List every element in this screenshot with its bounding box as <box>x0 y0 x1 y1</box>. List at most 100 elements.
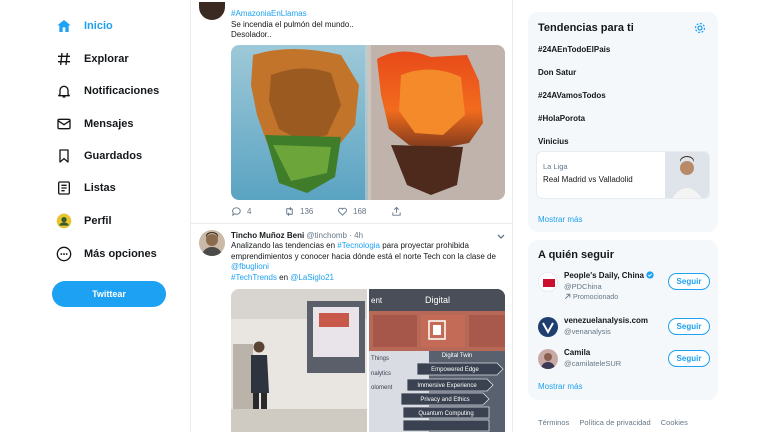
promoted-label: Promocionado <box>564 293 618 301</box>
follow-handle: @PDChina <box>564 282 602 291</box>
nav-lists-label: Listas <box>84 182 116 194</box>
gear-icon[interactable] <box>694 22 706 34</box>
right-sidebar: Tendencias para ti #24AEnTodoElPais Don … <box>528 0 718 432</box>
avatar-icon <box>56 213 72 229</box>
tweet2-handle: @tinchomb · 4h <box>306 231 364 240</box>
tweet2-images[interactable]: ent Digital Things nalytics oloment Digi… <box>231 289 505 432</box>
pdchina-avatar[interactable] <box>538 272 558 292</box>
slide-row-4: Privacy and Ethics <box>420 397 469 403</box>
follow-handle: @venanalysis <box>564 327 611 336</box>
nav-lists[interactable]: Listas <box>56 177 116 199</box>
nav-explore[interactable]: Explorar <box>56 48 129 70</box>
trends-title: Tendencias para ti <box>538 22 634 34</box>
left-navigation: Inicio Explorar Notificaciones Mensajes … <box>0 0 190 432</box>
slide-row-2: Empowered Edge <box>431 367 479 373</box>
reply-count: 4 <box>247 207 252 216</box>
tweet2-mention-lasiglo21[interactable]: @LaSiglo21 <box>290 273 334 282</box>
trend-news-card[interactable]: La Liga Real Madrid vs Valladolid <box>536 151 710 199</box>
who-to-follow-title: A quién seguir <box>538 249 614 261</box>
footer-links: Términos Política de privacidad Cookies <box>538 418 696 427</box>
news-category: La Liga <box>543 162 568 171</box>
nav-profile[interactable]: Perfil <box>56 210 112 232</box>
tweet2-author[interactable]: Tincho Muñoz Beni <box>231 231 304 240</box>
nav-more-label: Más opciones <box>84 248 157 260</box>
nav-messages-label: Mensajes <box>84 118 134 130</box>
trend-item-3[interactable]: #24AVamosTodos <box>538 91 606 100</box>
tweet2-hashtag-tecnologia[interactable]: #Tecnologia <box>337 241 380 250</box>
reply-button[interactable]: 4 <box>231 206 251 217</box>
tweet2-hashtag-techtrends[interactable]: #TechTrends <box>231 273 277 282</box>
follow-name[interactable]: Camila <box>564 348 590 357</box>
nav-profile-label: Perfil <box>84 215 112 227</box>
follow-item: People's Daily, China @PDChina Promocion… <box>538 269 710 301</box>
slide-row-5: Quantum Computing <box>418 411 473 417</box>
nav-messages[interactable]: Mensajes <box>56 113 134 135</box>
tweet2-text-a: Analizando las tendencias en <box>231 241 338 250</box>
footer-cookies[interactable]: Cookies <box>661 418 688 427</box>
envelope-icon <box>57 118 71 130</box>
follow-show-more[interactable]: Mostrar más <box>538 382 582 391</box>
camila-avatar[interactable] <box>538 349 558 369</box>
bookmark-icon <box>59 149 69 163</box>
like-button[interactable]: 168 <box>337 206 366 217</box>
nav-explore-label: Explorar <box>84 53 129 65</box>
share-icon <box>392 206 401 216</box>
retweet-count: 136 <box>300 207 314 216</box>
retweet-button[interactable]: 136 <box>284 206 313 217</box>
nav-notifications[interactable]: Notificaciones <box>56 80 159 102</box>
chevron-down-icon[interactable] <box>496 233 506 241</box>
nav-bookmarks-label: Guardados <box>84 150 143 162</box>
tweet1-line2: Desolador.. <box>231 30 272 39</box>
venanalysis-avatar[interactable] <box>538 317 558 337</box>
tweet2-text-b: para proyectar prohibida <box>380 241 469 250</box>
follow-handle: @camilateleSUR <box>564 359 622 368</box>
trends-show-more[interactable]: Mostrar más <box>538 215 582 224</box>
tweet-button[interactable]: Twittear <box>52 281 166 307</box>
share-button[interactable] <box>391 206 402 217</box>
retweet-icon <box>286 207 293 216</box>
follow-button[interactable]: Seguir <box>668 350 710 367</box>
tweet2-mention-fbuglioni[interactable]: @fbuglioni <box>231 262 269 271</box>
hashtag-icon <box>58 52 70 66</box>
trend-item-4[interactable]: #HolaPorota <box>538 114 585 123</box>
timeline: #AmazoniaEnLlamas Se incendia el pulmón … <box>190 0 513 432</box>
tweet1-avatar[interactable] <box>199 2 225 20</box>
slide-row-1: Digital Twin <box>442 353 473 359</box>
trend-item-5[interactable]: Vinicius <box>538 137 569 146</box>
more-icon <box>56 246 72 262</box>
heart-icon <box>338 207 347 216</box>
follow-button[interactable]: Seguir <box>668 273 710 290</box>
news-thumbnail <box>665 152 709 198</box>
footer-terms[interactable]: Términos <box>538 418 569 427</box>
news-title: Real Madrid vs Valladolid <box>543 175 633 184</box>
tweet2-header: Tincho Muñoz Beni @tinchomb · 4h <box>231 231 363 240</box>
promoted-icon <box>564 293 571 300</box>
home-icon <box>57 20 71 32</box>
tweet1-image[interactable] <box>231 45 505 200</box>
follow-item: venezuelanalysis.com @venanalysis Seguir <box>538 314 710 344</box>
nav-bookmarks[interactable]: Guardados <box>56 145 142 167</box>
trend-item-1[interactable]: #24AEnTodoElPais <box>538 45 610 54</box>
slide-row-3: Immersive Experience <box>417 383 477 389</box>
trends-card: Tendencias para ti #24AEnTodoElPais Don … <box>528 12 718 232</box>
tweet2-line2: emprendimientos y conocer hacia dónde es… <box>231 251 496 261</box>
list-icon <box>58 181 70 195</box>
tweet2-avatar[interactable] <box>199 230 225 256</box>
trend-item-2[interactable]: Don Satur <box>538 68 576 77</box>
nav-notifications-label: Notificaciones <box>84 85 160 97</box>
tweet1-hashtag[interactable]: #AmazoniaEnLlamas <box>231 9 307 18</box>
follow-name[interactable]: People's Daily, China <box>564 271 654 280</box>
footer-privacy[interactable]: Política de privacidad <box>579 418 650 427</box>
follow-name[interactable]: venezuelanalysis.com <box>564 316 648 325</box>
tweet2-en: en <box>276 272 291 282</box>
tweet1-line1: Se incendia el pulmón del mundo.. <box>231 19 354 29</box>
slide-left-row-2: nalytics <box>371 371 391 377</box>
follow-button[interactable]: Seguir <box>668 318 710 335</box>
nav-home[interactable]: Inicio <box>56 15 113 37</box>
tincho-avatar-image <box>202 232 222 256</box>
slide-left-row-3: oloment <box>371 385 393 391</box>
like-count: 168 <box>353 207 367 216</box>
bell-icon <box>58 85 70 98</box>
nav-more-options[interactable]: Más opciones <box>56 243 157 265</box>
tweet1-text: #AmazoniaEnLlamas Se incendia el pulmón … <box>231 9 501 41</box>
